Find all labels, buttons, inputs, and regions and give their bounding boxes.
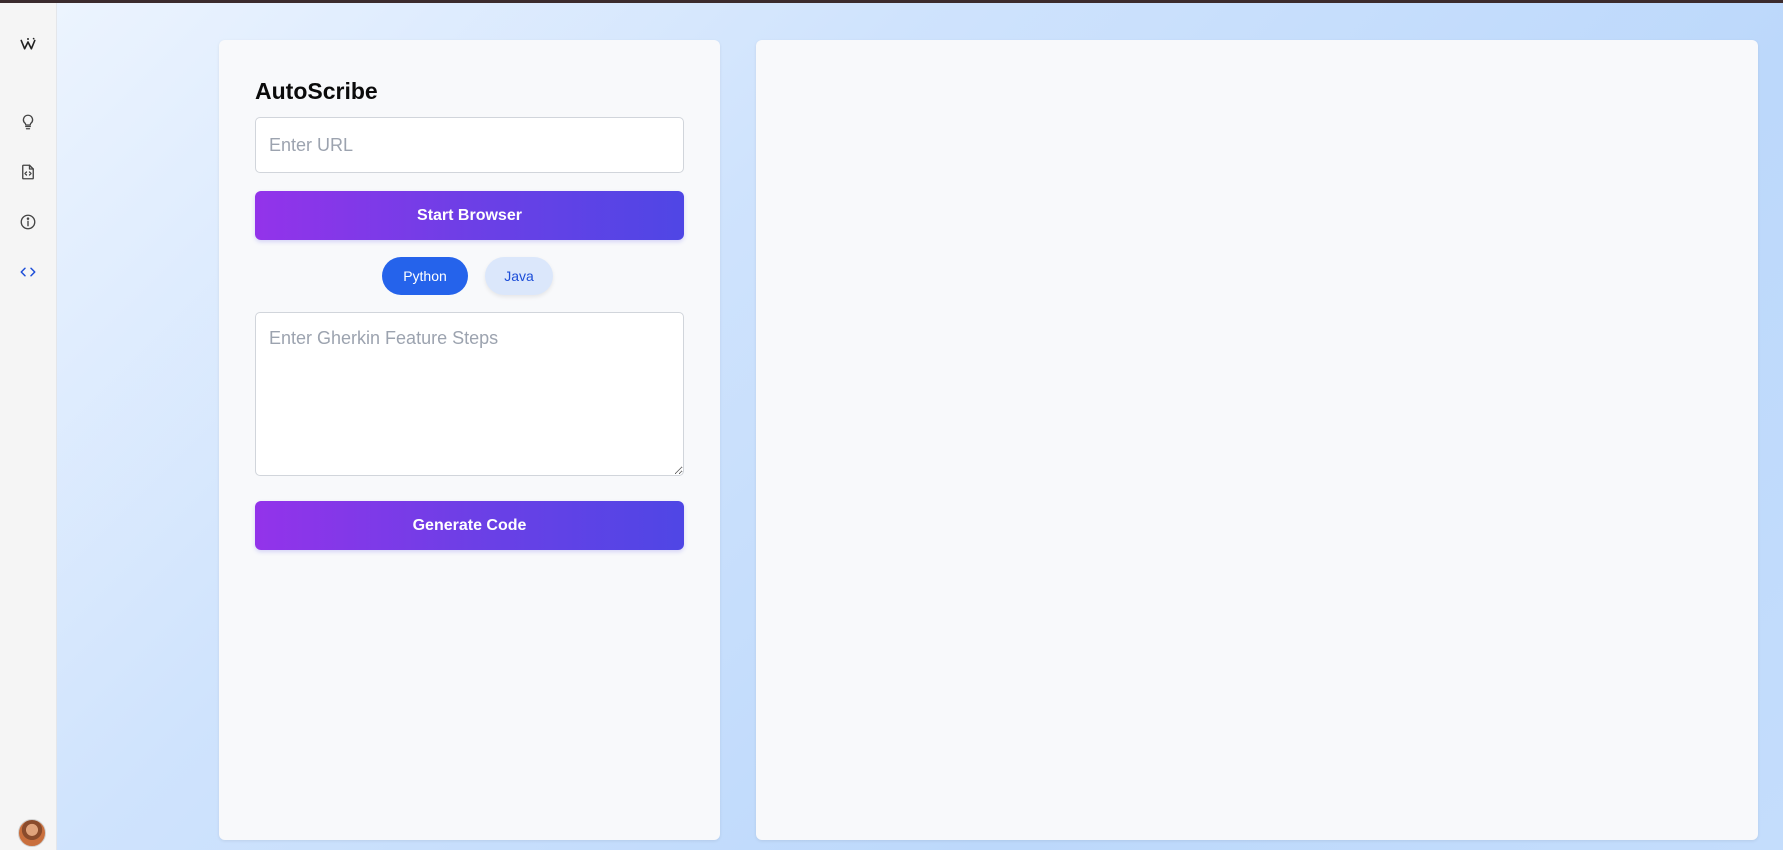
output-panel [756,40,1758,840]
language-python-button[interactable]: Python [382,257,468,295]
gherkin-steps-input[interactable] [255,312,684,476]
language-java-button[interactable]: Java [485,257,553,295]
lightbulb-icon[interactable] [14,108,42,136]
start-browser-button[interactable]: Start Browser [255,191,684,240]
code-brackets-icon[interactable] [14,258,42,286]
url-input[interactable] [255,117,684,173]
user-avatar[interactable] [18,819,46,847]
language-toggle: Python Java [382,257,553,295]
input-panel: AutoScribe Start Browser Python Java Gen… [219,40,720,840]
sidebar [0,3,57,850]
window-top-border [0,0,1783,3]
info-icon[interactable] [14,208,42,236]
generate-code-button[interactable]: Generate Code [255,501,684,550]
page-title: AutoScribe [255,78,378,104]
file-code-icon[interactable] [14,158,42,186]
logo-icon[interactable] [14,31,42,59]
